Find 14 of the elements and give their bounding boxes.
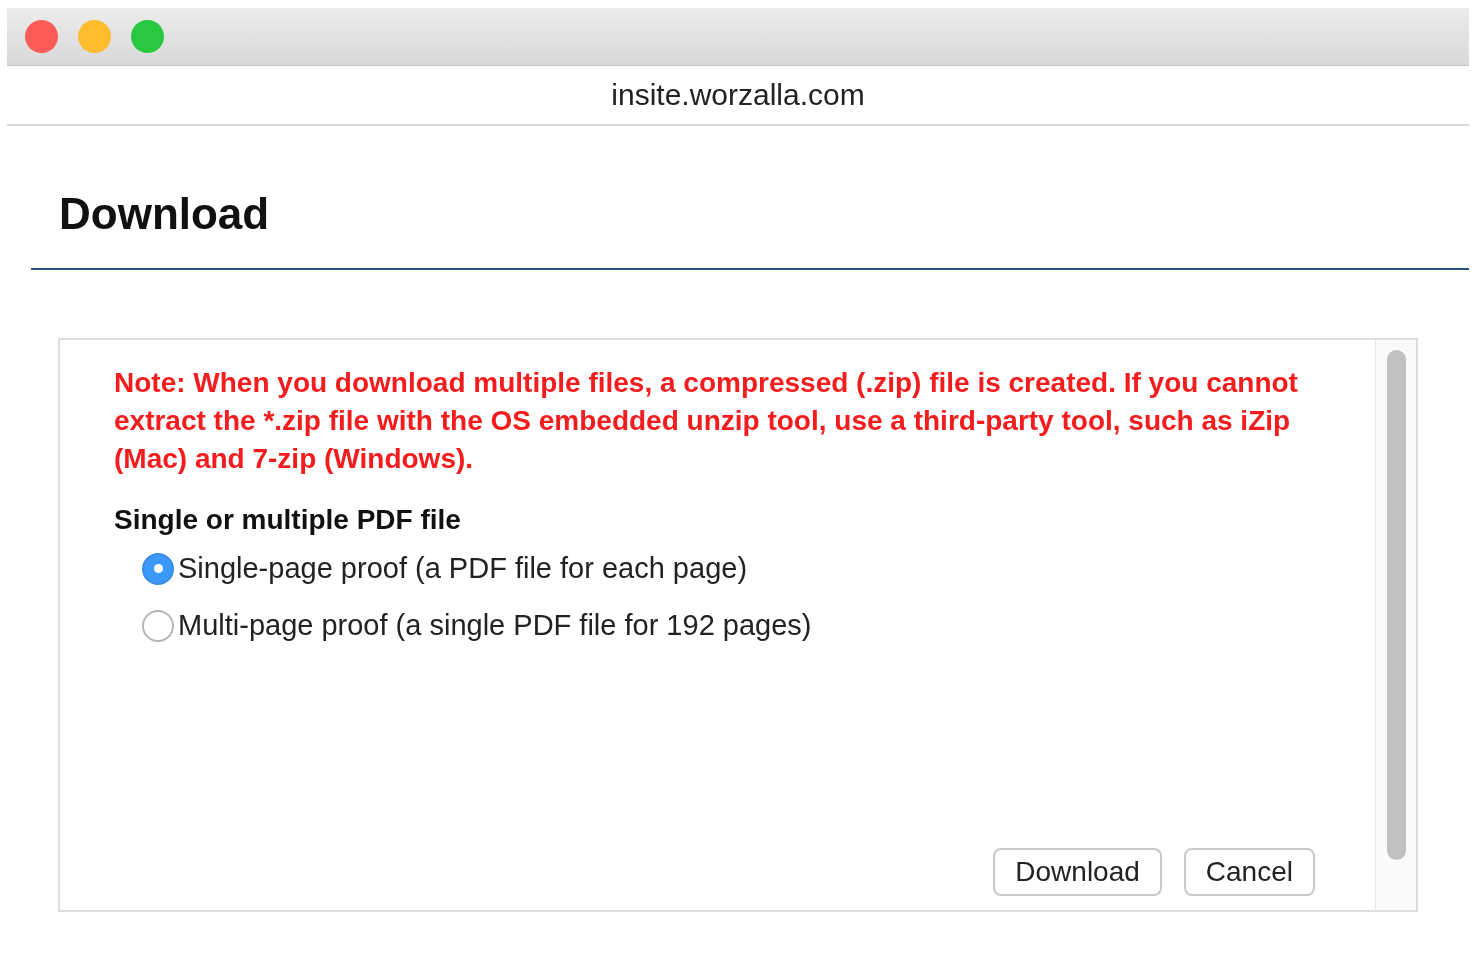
option-label[interactable]: Multi-page proof (a single PDF file for 192 pages) <box>178 609 812 642</box>
close-button[interactable] <box>25 20 58 53</box>
zoom-button[interactable] <box>131 20 164 53</box>
radio-button[interactable] <box>142 609 174 642</box>
radio-button[interactable] <box>142 552 174 585</box>
minimize-button[interactable] <box>78 20 111 53</box>
download-button[interactable]: Download <box>993 848 1162 896</box>
note-text: Note: When you download multiple files, a compressed (.zip) file is created. If you cannot extract the *.zip file with the OS embedded unzip tool, use a third-party tool, such as iZip (Mac) and 7-zip (Windows). <box>114 366 1299 476</box>
section-label: Single or multiple PDF file <box>114 504 462 536</box>
option-label[interactable]: Single-page proof (a PDF file for each page) <box>178 552 748 585</box>
scrollbar-thumb[interactable] <box>1386 350 1406 860</box>
window-url: insite.worzalla.com <box>611 78 865 112</box>
cancel-button[interactable]: Cancel <box>1183 848 1315 896</box>
dialog-title: Download <box>59 188 271 240</box>
